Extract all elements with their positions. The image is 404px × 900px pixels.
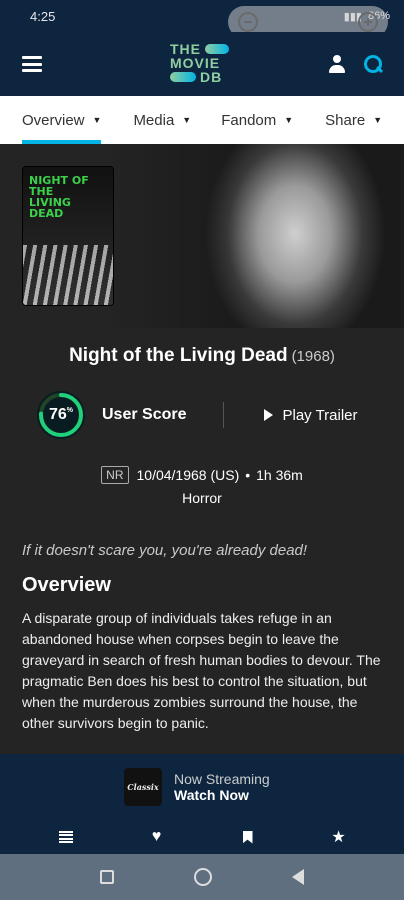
provider-logo: Classix <box>124 768 162 806</box>
overview-text: A disparate group of individuals takes r… <box>22 610 381 731</box>
caret-down-icon: ▼ <box>284 115 294 125</box>
tab-label: Overview <box>22 111 85 129</box>
zoom-out-icon[interactable] <box>238 12 258 32</box>
caret-down-icon: ▼ <box>373 115 383 125</box>
tab-share[interactable]: Share ▼ <box>325 96 382 144</box>
tab-fandom[interactable]: Fandom ▼ <box>221 96 293 144</box>
app-header: THE MOVIE DB <box>0 32 404 96</box>
logo-line-3: DB <box>200 69 223 85</box>
tab-label: Share <box>325 111 366 129</box>
back-icon[interactable] <box>292 869 304 885</box>
recents-icon[interactable] <box>100 870 114 884</box>
watchlist-button[interactable] <box>218 830 278 844</box>
zoom-in-icon[interactable] <box>358 12 378 32</box>
heart-icon: ♥ <box>151 828 162 845</box>
tagline: If it doesn't scare you, you're already … <box>22 542 308 559</box>
movie-year: (1968) <box>291 348 335 365</box>
movie-facts: NR 10/04/1968 (US) • 1h 36m Horror <box>0 466 404 506</box>
logo-line-2: MOVIE <box>170 55 221 71</box>
caret-down-icon: ▼ <box>182 115 192 125</box>
runtime: 1h 36m <box>256 467 303 483</box>
logo-line-1: THE <box>170 41 201 57</box>
home-icon[interactable] <box>194 868 212 886</box>
tab-media[interactable]: Media ▼ <box>133 96 191 144</box>
user-score-value: 76 <box>48 406 67 423</box>
movie-title-text: Night of the Living Dead <box>69 345 288 366</box>
play-trailer-button[interactable]: Play Trailer <box>263 406 358 424</box>
menu-icon[interactable] <box>22 56 42 72</box>
movie-title: Night of the Living Dead (1968) <box>0 345 404 367</box>
poster-title: NIGHT OF THE LIVING DEAD <box>29 174 89 220</box>
bookmark-icon <box>242 830 253 844</box>
search-icon[interactable] <box>364 55 382 73</box>
provider-name: Classix <box>127 782 159 792</box>
genre-link[interactable]: Horror <box>182 490 222 506</box>
tab-bar: Overview ▼ Media ▼ Fandom ▼ Share ▼ <box>0 96 404 144</box>
release-date: 10/04/1968 (US) <box>136 467 240 483</box>
play-icon <box>263 409 273 421</box>
star-icon: ★ <box>331 829 346 846</box>
tab-overview[interactable]: Overview ▼ <box>22 96 102 144</box>
add-to-list-button[interactable] <box>36 831 96 843</box>
action-bar: ♥ ★ <box>0 820 404 854</box>
play-trailer-label: Play Trailer <box>282 406 358 424</box>
caret-down-icon: ▼ <box>92 115 102 125</box>
user-icon[interactable] <box>328 55 346 73</box>
hero-backdrop: NIGHT OF THE LIVING DEAD <box>0 144 404 328</box>
tab-label: Fandom <box>221 111 277 129</box>
now-streaming-bar[interactable]: Classix Now Streaming Watch Now <box>0 754 404 820</box>
list-icon <box>58 831 73 843</box>
tab-label: Media <box>133 111 175 129</box>
overview-heading: Overview <box>22 574 111 596</box>
system-navigation <box>0 854 404 900</box>
user-score-label: User Score <box>102 406 187 423</box>
favorite-button[interactable]: ♥ <box>127 828 187 846</box>
score-row: 76% User Score Play Trailer <box>36 390 370 440</box>
movie-poster[interactable]: NIGHT OF THE LIVING DEAD <box>22 166 114 306</box>
certification-badge: NR <box>101 466 129 484</box>
status-time: 4:25 <box>30 8 56 24</box>
divider <box>222 402 224 428</box>
rate-button[interactable]: ★ <box>309 827 369 847</box>
watch-now-link[interactable]: Watch Now <box>174 787 270 803</box>
separator: • <box>245 467 251 483</box>
percent-sign: % <box>66 406 74 414</box>
now-streaming-label: Now Streaming <box>174 771 270 787</box>
tmdb-logo[interactable]: THE MOVIE DB <box>170 42 234 88</box>
user-score-ring[interactable]: 76% <box>36 390 86 440</box>
